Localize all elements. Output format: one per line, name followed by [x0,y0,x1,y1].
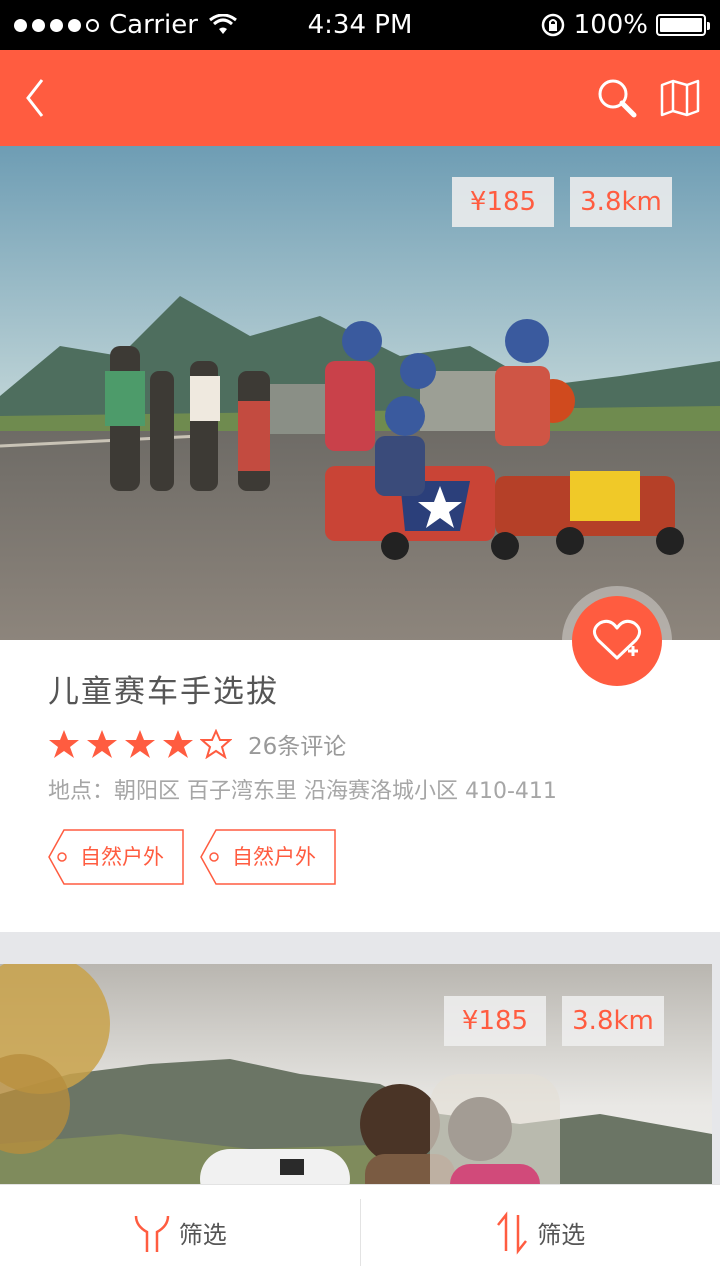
filter-icon [134,1215,169,1252]
review-count: 26条评论 [248,734,347,760]
sort-icon [497,1210,528,1255]
listing-card[interactable]: ¥185 3.8km 儿童赛车手选拔 26条评论 地点：朝阳区 百子湾东里 沿海… [0,146,720,932]
tag-list: 自然户外 自然户外 [48,829,688,885]
sort-label: 筛选 [537,1221,586,1249]
sort-button[interactable]: 筛选 [361,1185,720,1280]
status-right: 100% [540,10,710,40]
price-badge: ¥185 [444,996,546,1046]
tag-item[interactable]: 自然户外 [200,829,336,885]
battery-icon [656,14,710,36]
search-button[interactable] [596,77,638,119]
listing-address: 地点：朝阳区 百子湾东里 沿海赛洛城小区 410-411 [48,779,557,804]
status-bar: Carrier 4:34 PM 100% [0,0,720,50]
listing-title: 儿童赛车手选拔 [48,674,279,710]
star-filled-icon [163,730,193,758]
rotation-lock-icon [541,13,564,37]
filter-button[interactable]: 筛选 [0,1185,360,1280]
star-filled-icon [87,730,117,758]
nav-bar [0,50,720,146]
nav-actions [596,77,700,119]
rating-row: 26条评论 [48,727,688,761]
wifi-icon [209,14,237,34]
distance-badge: 3.8km [570,177,672,227]
star-filled-icon [125,730,155,758]
star-empty-icon [200,729,232,759]
map-button[interactable] [660,79,700,117]
listing-info: 儿童赛车手选拔 26条评论 地点：朝阳区 百子湾东里 沿海赛洛城小区 410-4… [48,666,688,885]
heart-plus-icon [593,619,641,660]
tag-item[interactable]: 自然户外 [48,829,184,885]
search-icon [598,79,637,118]
status-left: Carrier [14,10,238,40]
star-filled-icon [49,730,79,758]
star-rating [48,729,232,759]
map-icon [660,79,700,117]
price-badge: ¥185 [452,177,554,227]
bottom-bar: 筛选 筛选 [0,1184,720,1280]
tag-label: 自然户外 [232,845,316,869]
battery-percent: 100% [573,10,648,40]
filter-label: 筛选 [178,1221,227,1249]
signal-icon [14,18,99,32]
tag-label: 自然户外 [80,845,164,869]
chevron-left-icon [26,79,44,117]
back-button[interactable] [20,76,50,120]
carrier-name: Carrier [109,10,198,40]
distance-badge: 3.8km [562,996,664,1046]
